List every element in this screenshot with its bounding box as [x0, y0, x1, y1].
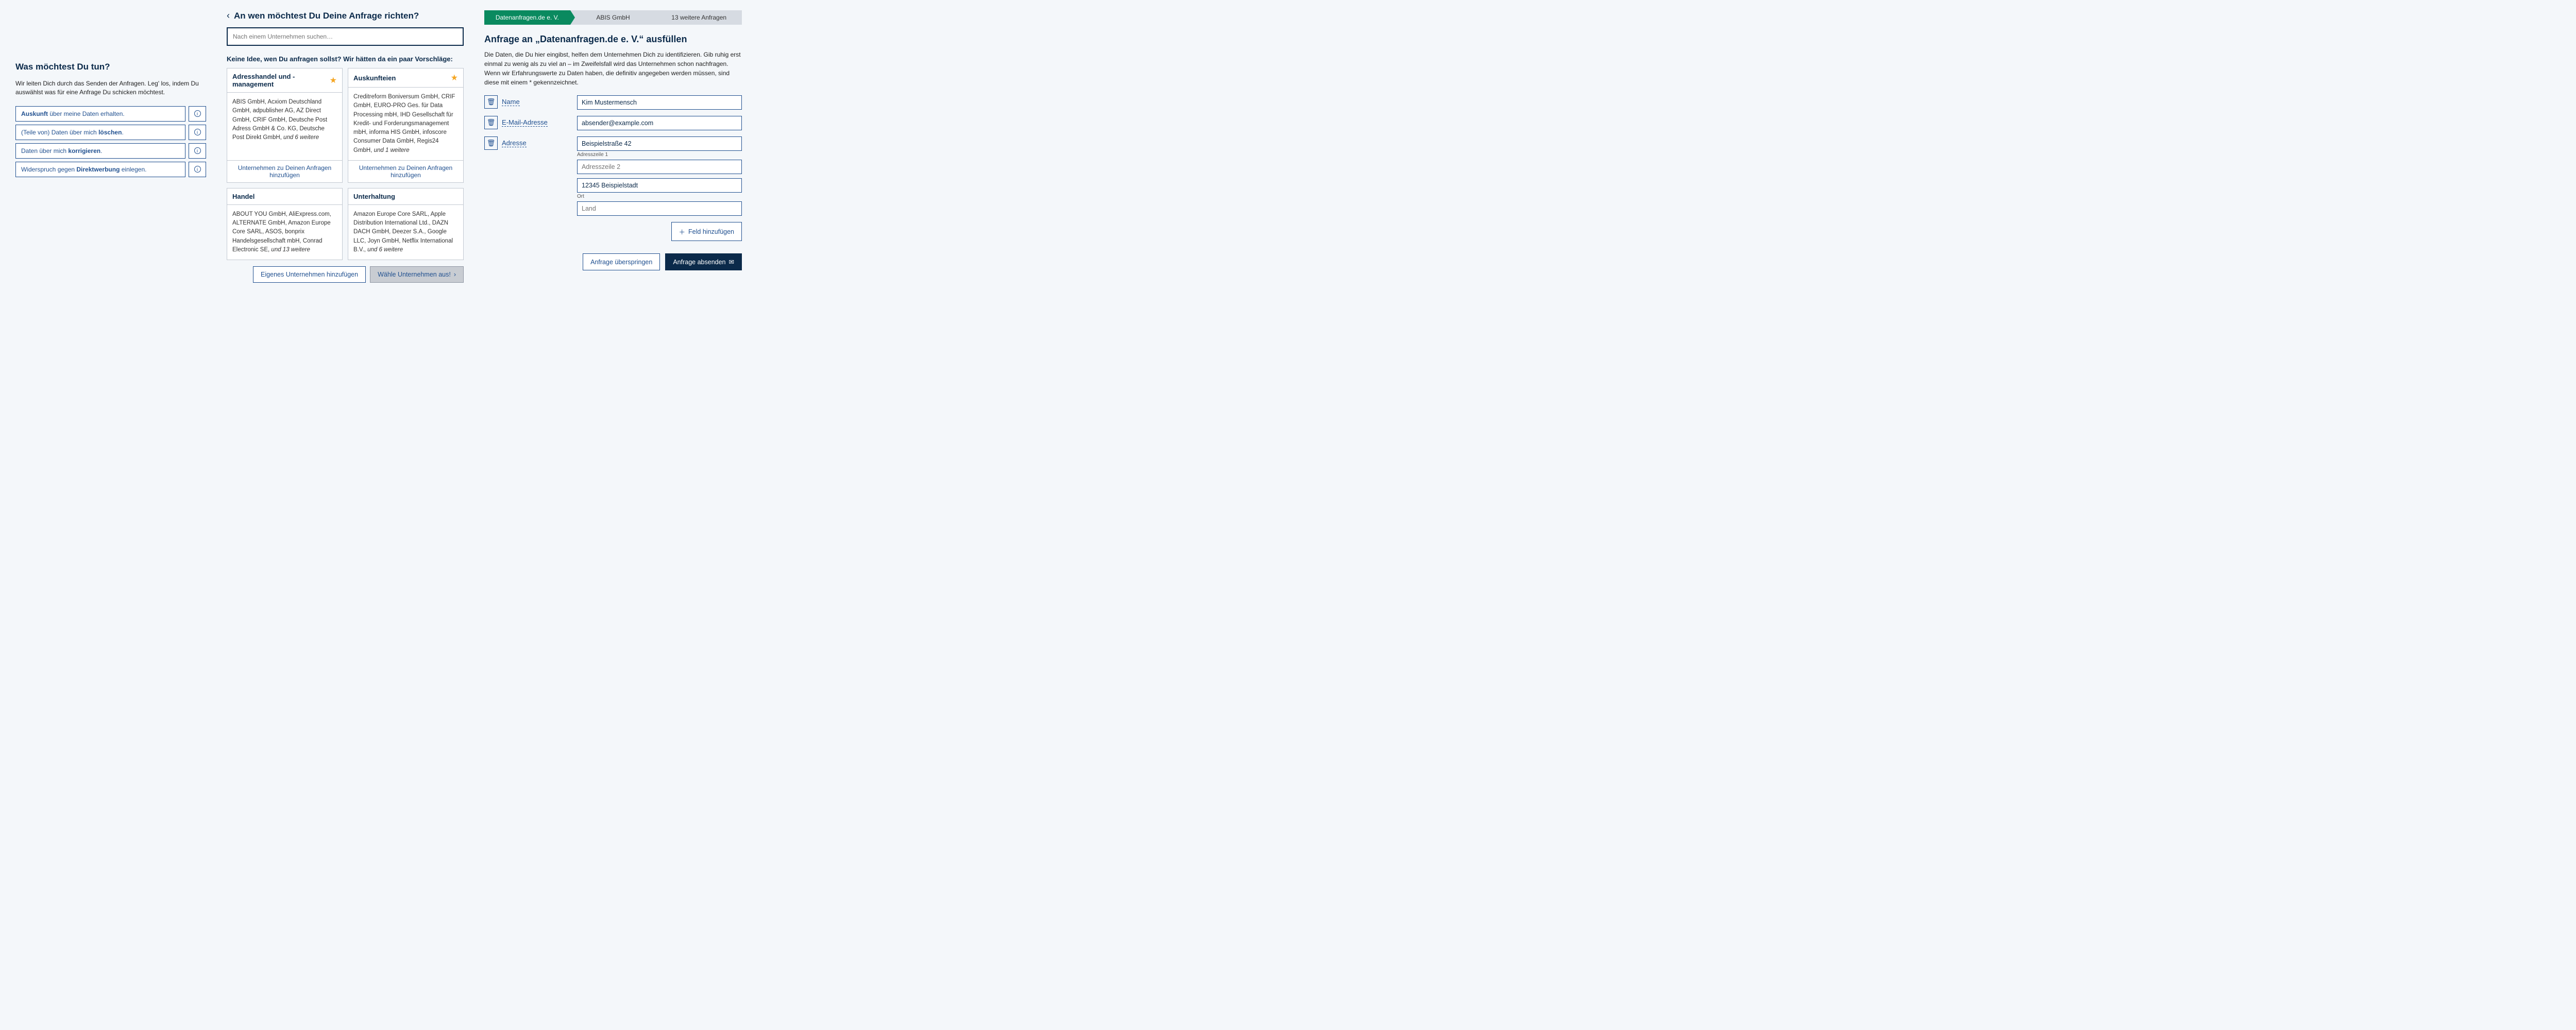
card-body: ABOUT YOU GmbH, AliExpress.com, ALTERNAT…	[227, 205, 342, 260]
field-row-address: 🗑 Adresse Adresszeile 1 Ort	[484, 136, 742, 217]
field-row-name: 🗑 Name	[484, 95, 742, 111]
suggestion-card-unterhaltung: Unterhaltung Amazon Europe Core SARL, Ap…	[348, 188, 464, 260]
add-field-button[interactable]: ＋Feld hinzufügen	[671, 222, 742, 241]
email-input[interactable]	[577, 116, 742, 130]
suggestion-card-handel: Handel ABOUT YOU GmbH, AliExpress.com, A…	[227, 188, 343, 260]
action-object[interactable]: Widerspruch gegen Direktwerbung einlegen…	[15, 162, 185, 177]
step-who-panel: ‹ An wen möchtest Du Deine Anfrage richt…	[227, 10, 464, 283]
action-object-info[interactable]: i	[189, 162, 206, 177]
wizard-step-2[interactable]: ABIS GmbH	[570, 10, 656, 25]
address-country-input[interactable]	[577, 201, 742, 216]
back-chevron-icon[interactable]: ‹	[227, 10, 230, 21]
form-description: Die Daten, die Du hier eingibst, helfen …	[484, 50, 742, 87]
suggestions-heading: Keine Idee, wen Du anfragen sollst? Wir …	[227, 55, 464, 63]
card-title: Auskunfteien	[353, 74, 396, 82]
action-rectify[interactable]: Daten über mich korrigieren.	[15, 143, 185, 159]
field-label-address[interactable]: Adresse	[502, 139, 527, 147]
add-own-company-button[interactable]: Eigenes Unternehmen hinzufügen	[253, 266, 366, 283]
action-access-info[interactable]: i	[189, 106, 206, 122]
info-icon: i	[194, 129, 201, 135]
choose-companies-button[interactable]: Wähle Unternehmen aus!›	[370, 266, 464, 283]
wizard-step-1[interactable]: Datenanfragen.de e. V.	[484, 10, 570, 25]
wizard-steps: Datenanfragen.de e. V. ABIS GmbH 13 weit…	[484, 10, 742, 25]
star-icon: ★	[330, 75, 337, 85]
send-request-button[interactable]: Anfrage absenden✉	[665, 253, 742, 270]
star-icon: ★	[451, 73, 458, 83]
left-subtitle: Wir leiten Dich durch das Senden der Anf…	[15, 79, 206, 97]
info-icon: i	[194, 110, 201, 117]
trash-icon[interactable]: 🗑	[484, 116, 498, 129]
action-delete[interactable]: (Teile von) Daten über mich löschen.	[15, 125, 185, 140]
step-what-panel: Was möchtest Du tun? Wir leiten Dich dur…	[15, 10, 206, 180]
trash-icon[interactable]: 🗑	[484, 136, 498, 150]
action-rectify-info[interactable]: i	[189, 143, 206, 159]
card-title: Adresshandel und -management	[232, 73, 330, 88]
form-title: Anfrage an „Datenanfragen.de e. V.“ ausf…	[484, 34, 742, 45]
card-body: ABIS GmbH, Acxiom Deutschland GmbH, adpu…	[227, 93, 342, 160]
mid-heading: An wen möchtest Du Deine Anfrage richten…	[234, 11, 419, 21]
company-search-input[interactable]	[227, 27, 464, 46]
address-line1-label: Adresszeile 1	[577, 152, 742, 158]
step-fill-panel: Datenanfragen.de e. V. ABIS GmbH 13 weit…	[484, 10, 742, 270]
field-label-email[interactable]: E-Mail-Adresse	[502, 118, 548, 127]
wizard-step-3[interactable]: 13 weitere Anfragen	[656, 10, 742, 25]
suggestion-card-auskunfteien: Auskunfteien ★ Creditreform Boniversum G…	[348, 68, 464, 183]
card-add-button[interactable]: Unternehmen zu Deinen Anfragen hinzufüge…	[348, 160, 463, 182]
card-body: Creditreform Boniversum GmbH, CRIF GmbH,…	[348, 88, 463, 160]
trash-icon[interactable]: 🗑	[484, 95, 498, 109]
card-title: Unterhaltung	[353, 193, 395, 200]
suggestion-card-adresshandel: Adresshandel und -management ★ ABIS GmbH…	[227, 68, 343, 183]
card-add-button[interactable]: Unternehmen zu Deinen Anfragen hinzufüge…	[227, 160, 342, 182]
card-body: Amazon Europe Core SARL, Apple Distribut…	[348, 205, 463, 260]
info-icon: i	[194, 147, 201, 154]
address-city-input[interactable]	[577, 178, 742, 193]
address-line2-input[interactable]	[577, 160, 742, 174]
action-delete-info[interactable]: i	[189, 125, 206, 140]
chevron-right-icon: ›	[454, 271, 456, 278]
action-access[interactable]: Auskunft über meine Daten erhalten.	[15, 106, 185, 122]
left-title: Was möchtest Du tun?	[15, 62, 206, 72]
field-label-name[interactable]: Name	[502, 98, 520, 106]
card-title: Handel	[232, 193, 255, 200]
info-icon: i	[194, 166, 201, 173]
skip-request-button[interactable]: Anfrage überspringen	[583, 253, 660, 270]
mail-icon: ✉	[729, 258, 734, 266]
name-input[interactable]	[577, 95, 742, 110]
address-city-label: Ort	[577, 194, 742, 199]
field-row-email: 🗑 E-Mail-Adresse	[484, 116, 742, 131]
plus-icon: ＋	[679, 227, 686, 236]
address-line1-input[interactable]	[577, 136, 742, 151]
